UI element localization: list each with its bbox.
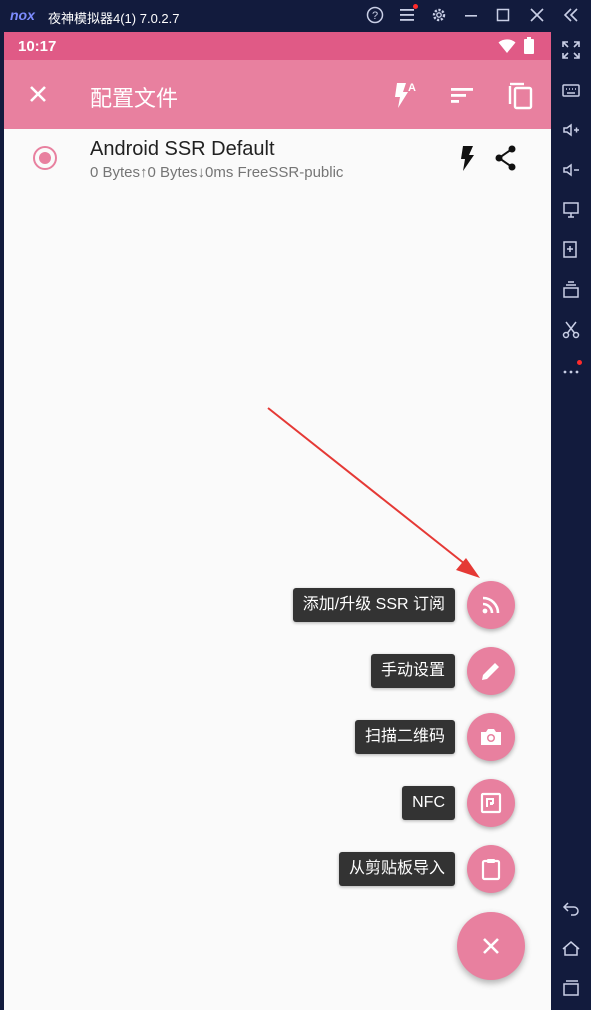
profile-subtitle: 0 Bytes↑0 Bytes↓0ms FreeSSR-public	[90, 164, 344, 181]
minimize-icon[interactable]	[461, 6, 481, 26]
profile-selected-radio[interactable]	[33, 146, 57, 170]
copy-icon[interactable]	[506, 80, 536, 110]
screen-icon[interactable]	[559, 200, 583, 224]
back-icon[interactable]	[559, 898, 583, 922]
nox-logo: nox	[10, 7, 35, 23]
menu-icon[interactable]	[397, 6, 417, 26]
maximize-icon[interactable]	[493, 6, 513, 26]
status-bar: 10:17	[4, 32, 551, 60]
notification-dot	[413, 4, 418, 9]
collapse-sidebar-icon[interactable]	[561, 6, 581, 26]
fullscreen-icon[interactable]	[559, 40, 583, 64]
fab-row-scan[interactable]: 扫描二维码	[4, 707, 551, 767]
close-fab-button[interactable]	[457, 912, 525, 980]
volume-up-icon[interactable]	[559, 120, 583, 144]
profile-name: Android SSR Default	[90, 138, 275, 160]
volume-down-icon[interactable]	[559, 160, 583, 184]
install-apk-icon[interactable]	[559, 240, 583, 264]
window-title: 夜神模拟器4(1) 7.0.2.7	[48, 11, 180, 26]
page-title: 配置文件	[90, 86, 179, 111]
fab-row-nfc[interactable]: NFC	[4, 773, 551, 833]
svg-text:A: A	[408, 82, 416, 94]
emulator-window: nox 夜神模拟器4(1) 7.0.2.7 ? 10:17 配置文件 A And…	[0, 0, 591, 1010]
scissors-icon[interactable]	[559, 320, 583, 344]
settings-icon[interactable]	[429, 6, 449, 26]
subscription-button[interactable]	[467, 581, 515, 629]
profile-item[interactable]: Android SSR Default 0 Bytes↑0 Bytes↓0ms …	[4, 129, 551, 189]
fab-label-clipboard[interactable]: 从剪贴板导入	[338, 852, 455, 886]
auto-flash-icon[interactable]: A	[388, 80, 418, 110]
manual-settings-button[interactable]	[467, 647, 515, 695]
clipboard-icon	[481, 859, 501, 881]
fab-label-manual[interactable]: 手动设置	[370, 654, 455, 688]
home-icon[interactable]	[559, 938, 583, 962]
more-notification-dot	[577, 360, 582, 365]
recents-icon[interactable]	[559, 978, 583, 1002]
fab-row-clipboard[interactable]: 从剪贴板导入	[4, 839, 551, 899]
status-time: 10:17	[18, 38, 57, 55]
rss-icon	[482, 596, 500, 614]
wifi-icon	[498, 38, 516, 59]
battery-icon	[524, 37, 534, 59]
fab-label-subscription[interactable]: 添加/升级 SSR 订阅	[292, 588, 455, 622]
svg-text:?: ?	[372, 10, 378, 22]
scan-qr-button[interactable]	[467, 713, 515, 761]
multi-instance-icon[interactable]	[559, 280, 583, 304]
close-window-icon[interactable]	[527, 6, 547, 26]
sort-icon[interactable]	[447, 80, 477, 110]
nfc-icon	[480, 792, 502, 814]
fab-row-manual[interactable]: 手动设置	[4, 641, 551, 701]
camera-icon	[481, 729, 501, 745]
nfc-button[interactable]	[467, 779, 515, 827]
android-screen: 10:17 配置文件 A Android SSR Default 0 Bytes…	[4, 32, 551, 1010]
test-latency-icon[interactable]	[454, 144, 482, 172]
emulator-toolbar	[551, 32, 591, 1010]
import-clipboard-button[interactable]	[467, 845, 515, 893]
fab-label-nfc[interactable]: NFC	[402, 786, 455, 820]
fab-label-scan[interactable]: 扫描二维码	[354, 720, 455, 754]
keyboard-icon[interactable]	[559, 80, 583, 104]
fab-row-subscription[interactable]: 添加/升级 SSR 订阅	[4, 575, 551, 635]
share-icon[interactable]	[492, 144, 520, 172]
help-icon[interactable]: ?	[365, 6, 385, 26]
app-bar: 配置文件 A	[4, 60, 551, 129]
pencil-icon	[482, 663, 499, 680]
close-icon	[483, 938, 499, 954]
emulator-titlebar: nox 夜神模拟器4(1) 7.0.2.7 ?	[0, 0, 591, 32]
close-icon[interactable]	[24, 80, 52, 108]
